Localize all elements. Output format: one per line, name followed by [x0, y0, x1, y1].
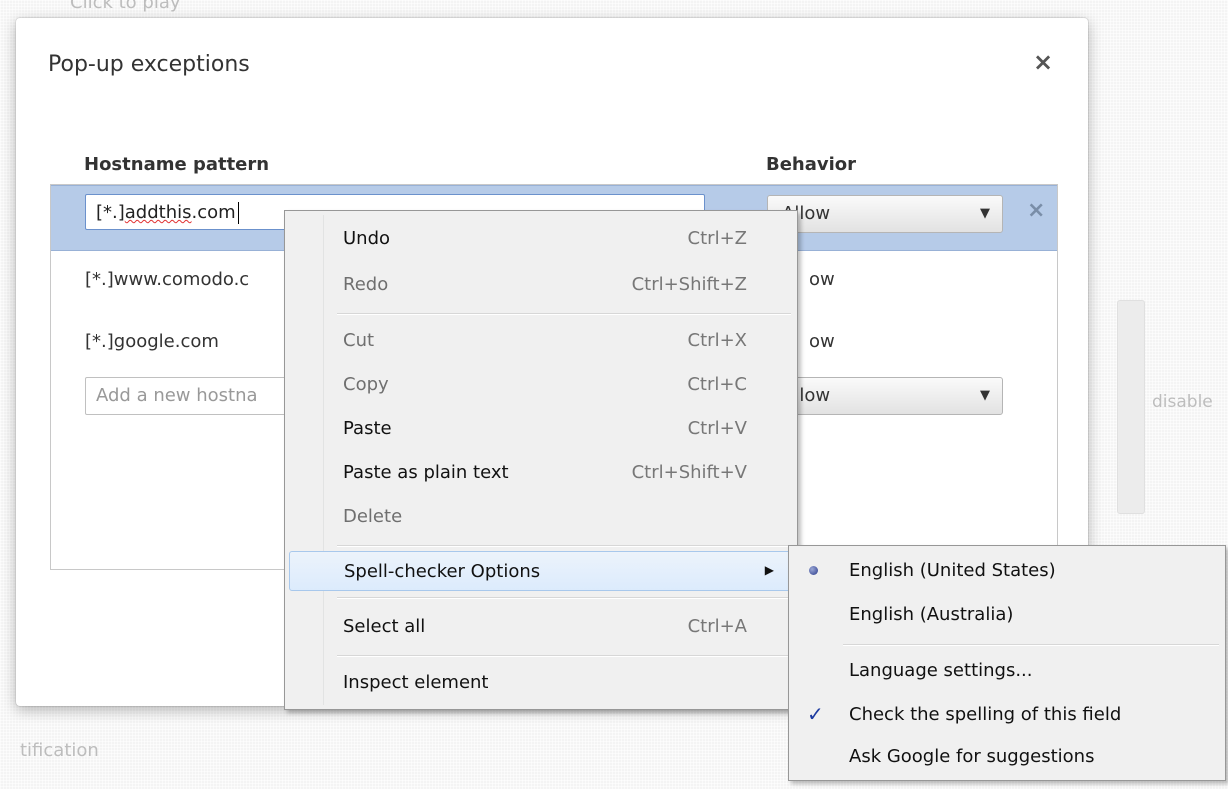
background-scrollbar [1117, 300, 1145, 514]
menu-item-shortcut: Ctrl+Z [687, 228, 747, 249]
submenu-item-label: English (Australia) [849, 604, 1014, 625]
checkmark-icon: ✓ [807, 702, 824, 726]
dialog-title: Pop-up exceptions [48, 52, 250, 77]
menu-separator [337, 655, 791, 657]
submenu-item-label: Language settings... [849, 660, 1033, 681]
menu-item-paste-plain[interactable]: Paste as plain text Ctrl+Shift+V [289, 453, 793, 493]
menu-item-select-all[interactable]: Select all Ctrl+A [289, 607, 793, 647]
menu-item-redo[interactable]: Redo Ctrl+Shift+Z [289, 265, 793, 305]
submenu-item-label: English (United States) [849, 560, 1056, 581]
menu-item-undo[interactable]: Undo Ctrl+Z [289, 219, 793, 259]
hostname-prefix: [*.] [96, 202, 125, 223]
menu-separator [337, 313, 791, 315]
radio-selected-icon [809, 566, 818, 575]
context-menu: Undo Ctrl+Z Redo Ctrl+Shift+Z Cut Ctrl+X… [284, 210, 798, 710]
submenu-item-label: Ask Google for suggestions [849, 746, 1095, 767]
background-right-text: disable [1152, 392, 1213, 412]
submenu-item-ask-google[interactable]: Ask Google for suggestions [793, 738, 1221, 778]
hostname-text: [*.]google.com [85, 331, 219, 352]
menu-separator [337, 597, 791, 599]
menu-item-cut[interactable]: Cut Ctrl+X [289, 321, 793, 361]
behavior-select[interactable]: Allow ▼ [767, 195, 1003, 233]
text-caret [237, 202, 239, 224]
menu-item-label: Paste as plain text [343, 462, 509, 483]
column-header-hostname: Hostname pattern [84, 154, 270, 175]
menu-item-spell-checker[interactable]: Spell-checker Options ▶ [289, 551, 793, 591]
hostname-text: [*.]www.comodo.c [85, 269, 250, 290]
menu-item-label: Select all [343, 616, 426, 637]
misspelled-word: addthis [124, 202, 192, 223]
menu-item-shortcut: Ctrl+V [687, 418, 747, 439]
menu-separator [843, 644, 1219, 646]
menu-separator [337, 545, 791, 547]
menu-item-label: Cut [343, 330, 375, 351]
menu-item-shortcut: Ctrl+A [687, 616, 747, 637]
menu-item-inspect[interactable]: Inspect element [289, 663, 793, 703]
menu-item-shortcut: Ctrl+Shift+Z [631, 274, 747, 295]
remove-row-icon[interactable]: × [1027, 198, 1045, 223]
menu-item-label: Paste [343, 418, 392, 439]
menu-item-copy[interactable]: Copy Ctrl+C [289, 365, 793, 405]
submenu-item-english-us[interactable]: English (United States) [793, 552, 1221, 592]
submenu-arrow-icon: ▶ [764, 563, 774, 577]
menu-item-shortcut: Ctrl+Shift+V [631, 462, 747, 483]
menu-item-label: Copy [343, 374, 389, 395]
menu-item-label: Undo [343, 228, 391, 249]
chevron-down-icon: ▼ [980, 206, 990, 221]
submenu-item-label: Check the spelling of this field [849, 704, 1122, 725]
behavior-text: ow [809, 269, 835, 290]
behavior-text: ow [809, 331, 835, 352]
submenu-item-check-spelling[interactable]: ✓ Check the spelling of this field [793, 696, 1221, 736]
add-behavior-select[interactable]: Allow ▼ [767, 377, 1003, 415]
spell-checker-submenu: English (United States) English (Austral… [788, 545, 1226, 781]
menu-item-shortcut: Ctrl+C [687, 374, 747, 395]
chevron-down-icon: ▼ [980, 388, 990, 403]
hostname-suffix: .com [191, 202, 236, 223]
menu-item-shortcut: Ctrl+X [687, 330, 747, 351]
menu-item-label: Redo [343, 274, 389, 295]
menu-item-label: Spell-checker Options [344, 561, 541, 582]
menu-item-label: Inspect element [343, 672, 489, 693]
submenu-item-language-settings[interactable]: Language settings... [793, 652, 1221, 692]
menu-item-label: Delete [343, 506, 403, 527]
menu-item-paste[interactable]: Paste Ctrl+V [289, 409, 793, 449]
menu-item-delete[interactable]: Delete [289, 497, 793, 537]
column-header-behavior: Behavior [766, 154, 857, 175]
submenu-item-english-au[interactable]: English (Australia) [793, 596, 1221, 636]
background-top-text: Click to play [70, 0, 181, 13]
background-bottom-text: tification [20, 740, 99, 761]
close-icon[interactable]: × [1033, 48, 1053, 76]
